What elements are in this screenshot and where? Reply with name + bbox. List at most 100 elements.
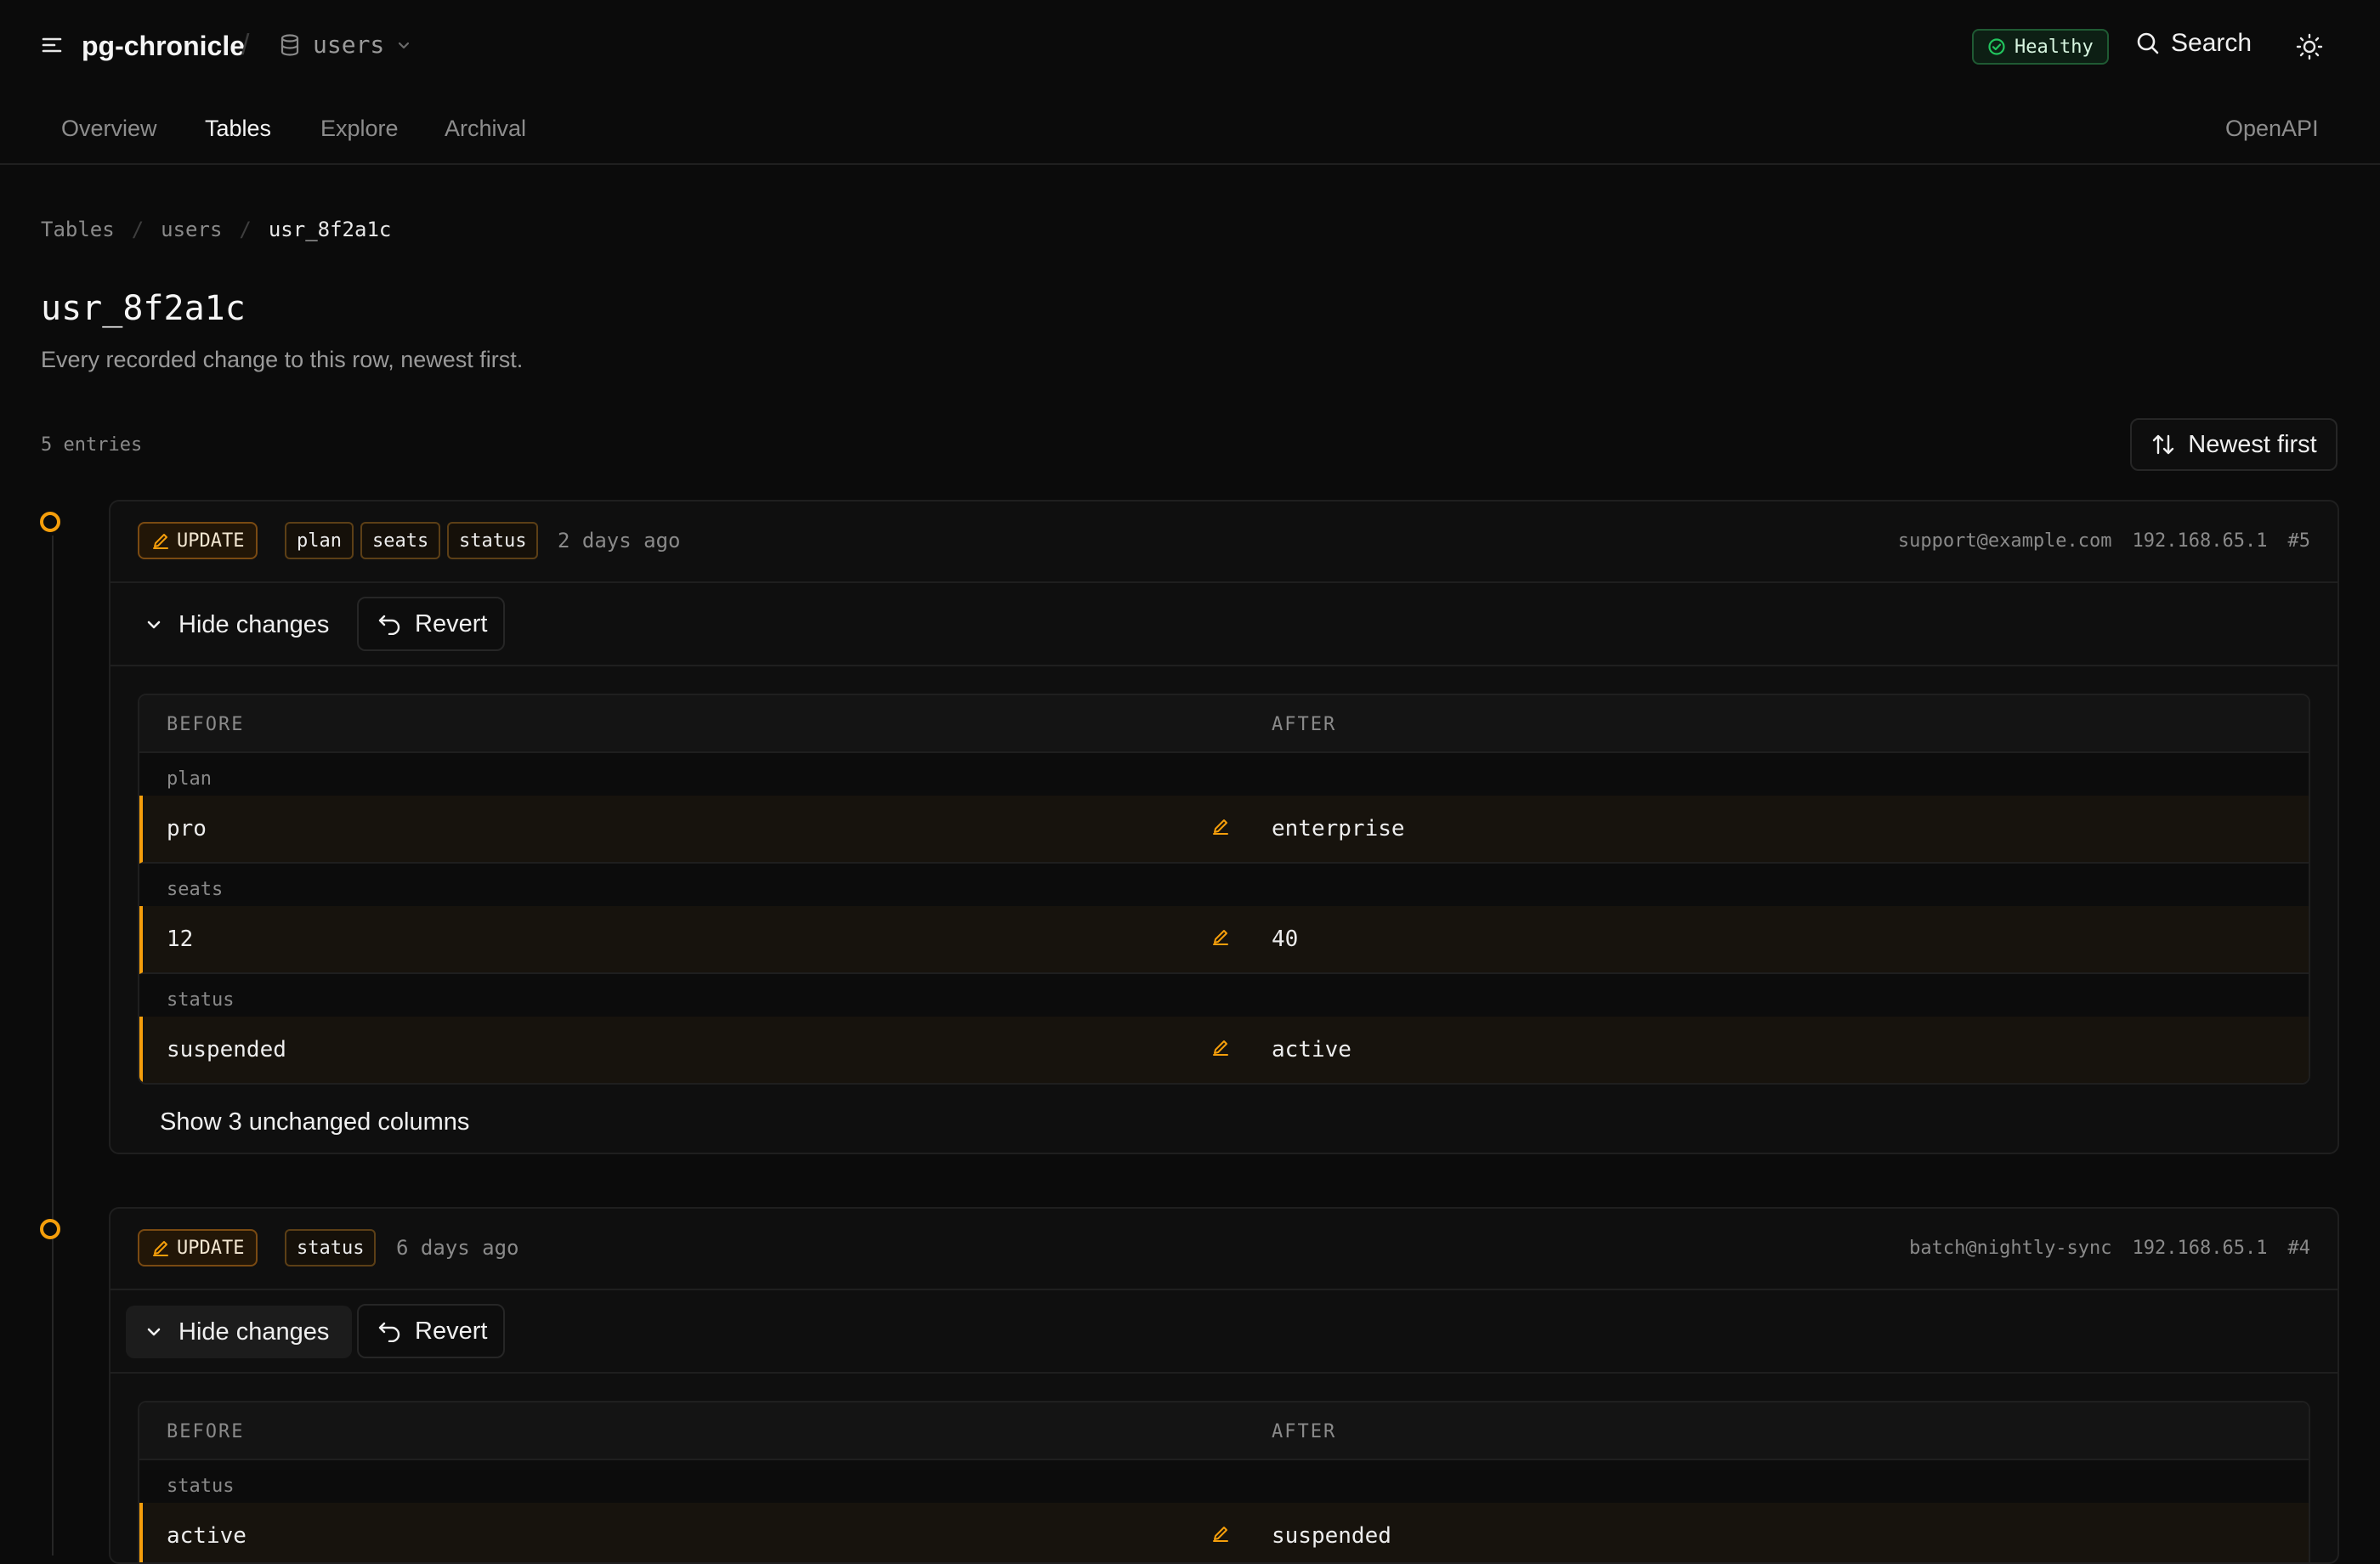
undo-icon	[377, 613, 403, 635]
entry-id: #4	[2287, 1238, 2311, 1259]
operation-badge: UPDATE	[138, 522, 258, 559]
chevron-down-icon	[396, 37, 411, 53]
database-icon	[279, 33, 301, 57]
changed-column-chip: status	[285, 1229, 377, 1266]
after-header: AFTER	[1272, 714, 1337, 735]
breadcrumb-separator: /	[239, 218, 252, 241]
after-value: active	[1272, 1037, 1352, 1062]
entry-meta: batch@nightly-sync 192.168.65.1 #4	[1909, 1238, 2310, 1259]
after-value: enterprise	[1272, 816, 1405, 842]
entry-header: UPDATE status 6 days ago batch@nightly-s…	[110, 1209, 2338, 1290]
breadcrumb-tables[interactable]: Tables	[41, 218, 115, 241]
search-button[interactable]: Search	[2135, 29, 2252, 58]
tab-archival[interactable]: Archival	[445, 116, 526, 142]
history-entry: UPDATE plan seats status 2 days ago supp…	[109, 500, 2339, 1154]
app-title[interactable]: pg-chronicle	[82, 31, 245, 62]
hide-changes-button[interactable]: Hide changes	[126, 598, 352, 651]
entry-time: 2 days ago	[558, 529, 681, 552]
entry-actions: Hide changes Revert	[110, 583, 2338, 666]
operation-label: UPDATE	[177, 1237, 245, 1259]
pencil-icon	[151, 531, 170, 550]
changed-column-chip: status	[447, 522, 539, 559]
after-value: 40	[1272, 926, 1299, 952]
entry-user: batch@nightly-sync	[1909, 1238, 2112, 1259]
diff-header: BEFORE AFTER	[139, 1402, 2309, 1460]
operation-label: UPDATE	[177, 530, 245, 552]
diff-row: active suspended	[139, 1503, 2309, 1562]
operation-badge: UPDATE	[138, 1229, 258, 1266]
page-title: usr_8f2a1c	[41, 289, 246, 328]
sort-label: Newest first	[2188, 430, 2317, 458]
entries-count: 5 entries	[41, 434, 143, 456]
breadcrumb: Tables / users / usr_8f2a1c	[41, 218, 391, 241]
diff-field: status active suspended	[139, 1460, 2309, 1562]
database-selector[interactable]: users	[279, 31, 411, 59]
title-separator: /	[241, 29, 250, 61]
health-label: Healthy	[2014, 36, 2094, 58]
diff-row: 12 40	[139, 906, 2309, 974]
sort-button[interactable]: Newest first	[2130, 418, 2338, 471]
check-circle-icon	[1987, 37, 2006, 56]
after-value: suspended	[1272, 1523, 1391, 1549]
before-value: 12	[167, 926, 194, 952]
tab-overview[interactable]: Overview	[61, 116, 157, 142]
diff-table: BEFORE AFTER plan pro enterprise seats 1…	[138, 694, 2310, 1085]
diff-row: pro enterprise	[139, 796, 2309, 864]
diff-row: suspended active	[139, 1017, 2309, 1083]
field-name: status	[167, 1476, 235, 1497]
diff-field: plan pro enterprise	[139, 753, 2309, 864]
entry-header: UPDATE plan seats status 2 days ago supp…	[110, 502, 2338, 583]
hide-changes-button[interactable]: Hide changes	[126, 1306, 352, 1358]
search-label: Search	[2171, 29, 2252, 57]
chevron-down-icon	[144, 615, 163, 634]
entry-ip: 192.168.65.1	[2132, 1238, 2268, 1259]
diff-table: BEFORE AFTER status active suspended	[138, 1401, 2310, 1562]
sort-icon	[2150, 432, 2176, 457]
before-value: pro	[167, 816, 207, 842]
breadcrumb-users[interactable]: users	[161, 218, 222, 241]
tab-tables[interactable]: Tables	[205, 116, 271, 142]
hide-changes-label: Hide changes	[178, 610, 330, 638]
field-name: seats	[167, 879, 224, 900]
after-header: AFTER	[1272, 1421, 1337, 1442]
pencil-icon	[151, 1238, 170, 1257]
field-name: plan	[167, 768, 212, 790]
before-header: BEFORE	[167, 714, 245, 735]
revert-button[interactable]: Revert	[357, 1304, 505, 1358]
entry-time: 6 days ago	[396, 1236, 519, 1260]
pencil-icon	[1210, 926, 1231, 947]
openapi-link[interactable]: OpenAPI	[2225, 116, 2319, 142]
changed-column-chip: plan	[285, 522, 354, 559]
entry-id: #5	[2287, 530, 2311, 552]
before-header: BEFORE	[167, 1421, 245, 1442]
pencil-icon	[1210, 1037, 1231, 1057]
timeline-dot	[40, 512, 60, 532]
revert-label: Revert	[415, 1317, 488, 1345]
breadcrumb-current: usr_8f2a1c	[268, 218, 392, 241]
sun-icon[interactable]	[2295, 32, 2324, 61]
search-icon	[2135, 31, 2161, 56]
database-name: users	[313, 31, 385, 59]
pencil-icon	[1210, 1523, 1231, 1544]
diff-field: seats 12 40	[139, 864, 2309, 974]
tab-explore[interactable]: Explore	[320, 116, 399, 142]
before-value: suspended	[167, 1037, 286, 1062]
breadcrumb-separator: /	[131, 218, 144, 241]
menu-icon[interactable]	[41, 34, 63, 56]
field-name: status	[167, 989, 235, 1011]
undo-icon	[377, 1320, 403, 1342]
changed-column-chip: seats	[360, 522, 441, 559]
timeline-dot	[40, 1219, 60, 1239]
diff-header: BEFORE AFTER	[139, 695, 2309, 753]
revert-label: Revert	[415, 609, 488, 638]
history-entry: UPDATE status 6 days ago batch@nightly-s…	[109, 1207, 2339, 1564]
page-subtitle: Every recorded change to this row, newes…	[41, 347, 524, 372]
diff-field: status suspended active	[139, 974, 2309, 1083]
top-bar: pg-chronicle / users Healthy Search	[0, 0, 2380, 95]
revert-button[interactable]: Revert	[357, 597, 505, 651]
entry-meta: support@example.com 192.168.65.1 #5	[1898, 530, 2310, 552]
before-value: active	[167, 1523, 246, 1549]
show-unchanged-button[interactable]: Show 3 unchanged columns	[110, 1085, 2338, 1153]
timeline-line	[52, 536, 54, 1556]
health-status-badge: Healthy	[1972, 29, 2109, 65]
